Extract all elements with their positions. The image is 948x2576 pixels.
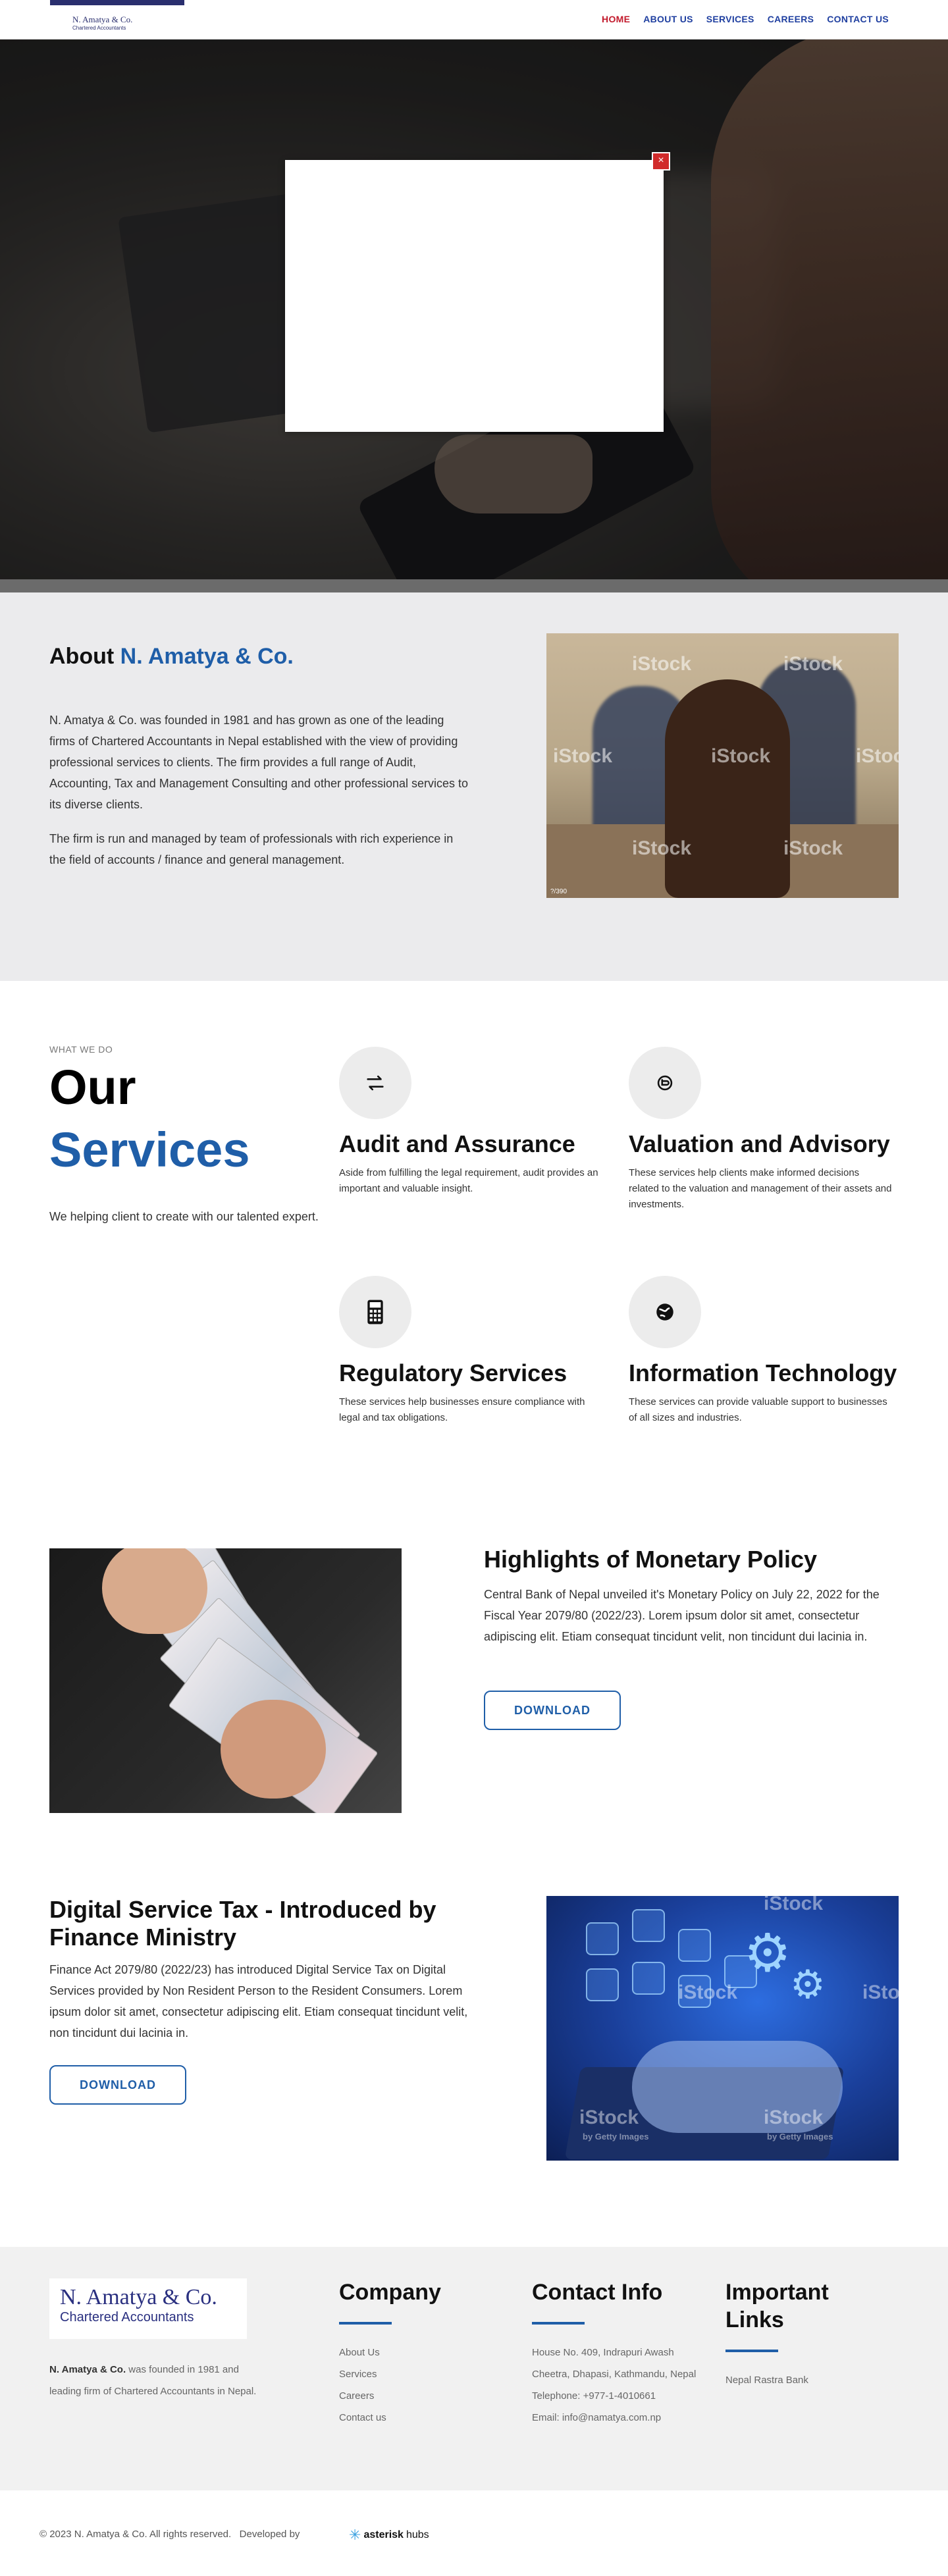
footer-link-careers[interactable]: Careers <box>339 2385 441 2407</box>
nav-home-link[interactable]: HOME <box>602 14 630 24</box>
monetary-title: Highlights of Monetary Policy <box>484 1546 818 1573</box>
footer-email[interactable]: Email: info@namatya.com.np <box>532 2407 710 2429</box>
service-text: These services help clients make informe… <box>629 1167 892 1210</box>
nav-about-link[interactable]: ABOUT US <box>643 14 693 24</box>
service-card-valuation[interactable]: Valuation and Advisory These services he… <box>629 1047 892 1213</box>
gear-icon: ⚙ <box>790 1962 826 2007</box>
developer-brand-bold: asterisk <box>363 2529 404 2540</box>
image-watermark: iStock <box>678 1982 738 2003</box>
logo-name: N. Amatya & Co. <box>72 14 133 24</box>
top-navbar: N. Amatya & Co. Chartered Accountants HO… <box>0 0 948 39</box>
service-title: Audit and Assurance <box>339 1130 575 1157</box>
footer-company-heading: Company <box>339 2280 441 2305</box>
header-logo[interactable]: N. Amatya & Co. Chartered Accountants <box>50 0 184 36</box>
monetary-text: Central Bank of Nepal unveiled it's Mone… <box>484 1588 880 1643</box>
hero-bottom-strip <box>0 579 948 592</box>
calculator-icon <box>339 1276 411 1348</box>
footer-logo-name: N. Amatya & Co. <box>60 2285 217 2309</box>
nav-contact-link[interactable]: CONTACT US <box>827 14 889 24</box>
footer-logo[interactable]: N. Amatya & Co. Chartered Accountants <box>49 2278 247 2339</box>
services-description: We helping client to create with our tal… <box>49 1210 319 1223</box>
image-watermark: iStock <box>553 745 613 767</box>
about-paragraph-2: The firm is run and managed by team of p… <box>49 832 454 866</box>
asterisk-icon: ✳ <box>349 2527 361 2543</box>
service-card-audit[interactable]: Audit and Assurance Aside from fulfillin… <box>339 1047 602 1197</box>
footer-telephone[interactable]: Telephone: +977-1-4010661 <box>532 2385 710 2407</box>
footer-contact-heading: Contact Info <box>532 2280 663 2305</box>
about-section: About N. Amatya & Co. N. Amatya & Co. wa… <box>0 592 948 981</box>
image-watermark: iStock <box>711 745 771 767</box>
exchange-arrows-icon <box>339 1047 411 1119</box>
about-title: About N. Amatya & Co. <box>49 644 294 670</box>
copyright-text: © 2023 N. Amatya & Co. All rights reserv… <box>40 2529 300 2540</box>
service-text: These services help businesses ensure co… <box>339 1396 585 1423</box>
image-watermark: iStock <box>764 1896 824 1914</box>
nav-careers-link[interactable]: CAREERS <box>768 14 814 24</box>
copyright-bar: © 2023 N. Amatya & Co. All rights reserv… <box>0 2490 948 2576</box>
about-paragraph-1: N. Amatya & Co. was founded in 1981 and … <box>49 714 469 811</box>
image-watermark: iStock <box>783 837 843 859</box>
footer-link-contact[interactable]: Contact us <box>339 2407 441 2429</box>
footer-logo-subtitle: Chartered Accountants <box>60 2310 194 2325</box>
developer-brand[interactable]: ✳ asterisk hubs <box>349 2527 429 2544</box>
image-watermark: iStock <box>579 2107 639 2128</box>
gear-icon: ⚙ <box>744 1924 791 1982</box>
footer-contact-column: Contact Info House No. 409, Indrapuri Aw… <box>532 2278 710 2429</box>
service-title: Information Technology <box>629 1359 897 1386</box>
image-watermark: iStock <box>783 653 843 675</box>
about-meeting-image: iStock iStock iStock iStock iStock iStoc… <box>546 633 899 898</box>
popup-modal <box>285 160 664 432</box>
site-footer: N. Amatya & Co. Chartered Accountants N.… <box>0 2247 948 2490</box>
footer-link-services[interactable]: Services <box>339 2363 441 2385</box>
logo-subtitle: Chartered Accountants <box>72 25 126 31</box>
nav-services-link[interactable]: SERVICES <box>706 14 754 24</box>
service-title: Regulatory Services <box>339 1359 567 1386</box>
dst-text: Finance Act 2079/80 (2022/23) has introd… <box>49 1963 468 2039</box>
image-watermark-sub: by Getty Images <box>767 2132 833 2142</box>
services-section: WHAT WE DO Our Services We helping clien… <box>0 981 948 1508</box>
dst-download-button[interactable]: DOWNLOAD <box>49 2065 186 2105</box>
about-title-brand: N. Amatya & Co. <box>120 644 294 669</box>
monetary-download-button[interactable]: DOWNLOAD <box>484 1691 621 1730</box>
service-text: Aside from fulfilling the legal requirem… <box>339 1167 598 1194</box>
image-watermark: iStock <box>856 745 899 767</box>
developer-brand-rest: hubs <box>406 2529 429 2540</box>
service-title: Valuation and Advisory <box>629 1130 890 1157</box>
image-id: ?/390 <box>550 888 567 895</box>
footer-link-about[interactable]: About Us <box>339 2342 441 2363</box>
service-card-regulatory[interactable]: Regulatory Services These services help … <box>339 1276 602 1426</box>
footer-about-bold: N. Amatya & Co. <box>49 2364 126 2375</box>
service-text: These services can provide valuable supp… <box>629 1396 887 1423</box>
footer-important-column: Important Links Nepal Rastra Bank <box>725 2278 877 2391</box>
services-title-line-2: Services <box>49 1122 250 1177</box>
modal-close-button[interactable]: × <box>652 152 670 171</box>
image-watermark: iStock <box>632 837 692 859</box>
service-card-it[interactable]: Information Technology These services ca… <box>629 1276 897 1426</box>
logo-bar <box>50 0 184 5</box>
footer-important-heading: Important Links <box>725 2280 829 2332</box>
image-watermark-sub: by Getty Images <box>583 2132 649 2142</box>
globe-icon <box>629 1276 701 1348</box>
footer-about-text: N. Amatya & Co. was founded in 1981 and … <box>49 2359 260 2402</box>
footer-address: House No. 409, Indrapuri Awash Cheetra, … <box>532 2347 697 2380</box>
dst-title: Digital Service Tax - Introduced by Fina… <box>49 1896 436 1951</box>
money-hands-image <box>49 1548 402 1813</box>
image-watermark: iStock <box>862 1982 899 2003</box>
heading-underline <box>532 2322 585 2325</box>
heading-underline <box>339 2322 392 2325</box>
about-title-prefix: About <box>49 644 115 669</box>
services-tag: WHAT WE DO <box>49 1044 113 1055</box>
image-watermark: iStock <box>632 653 692 675</box>
footer-company-column: Company About Us Services Careers Contac… <box>339 2278 441 2429</box>
digital-tech-image: ⚙ ⚙ iStock iStock iStock iStock iStock b… <box>546 1896 899 2161</box>
image-watermark: iStock <box>764 2107 824 2128</box>
heading-underline <box>725 2350 778 2352</box>
nav-links: HOME ABOUT US SERVICES CAREERS CONTACT U… <box>602 14 889 24</box>
coins-icon <box>629 1047 701 1119</box>
services-title-line-1: Our <box>49 1060 136 1115</box>
footer-link-nrb[interactable]: Nepal Rastra Bank <box>725 2369 877 2391</box>
